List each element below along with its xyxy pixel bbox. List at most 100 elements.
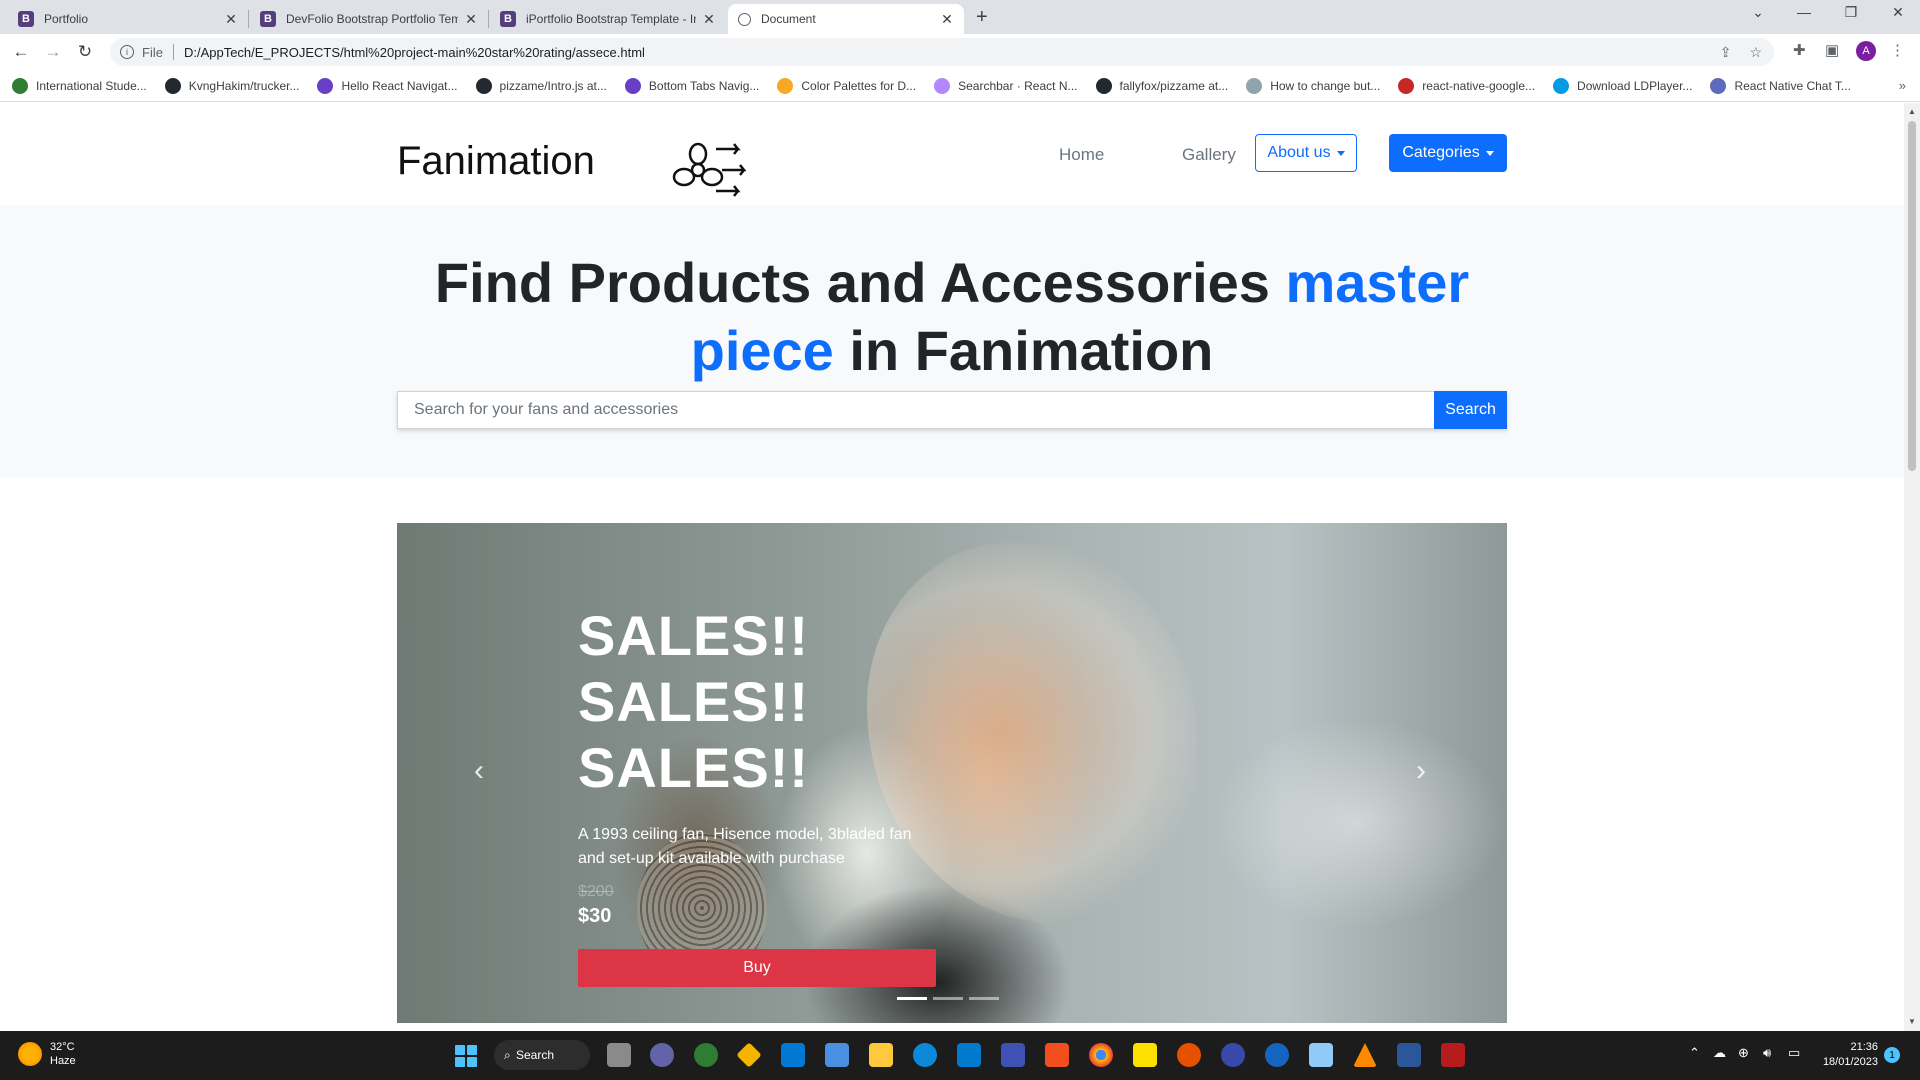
bookmark-item[interactable]: Bottom Tabs Navig... [624,77,759,94]
teams-chat-icon[interactable] [650,1043,674,1067]
scroll-up-icon[interactable]: ▲ [1908,107,1916,116]
carousel-indicators [897,997,999,1000]
bookmark-item[interactable]: Download LDPlayer... [1553,77,1692,94]
onedrive-icon[interactable]: ☁ [1713,1045,1726,1061]
carousel-indicator[interactable] [969,997,999,1000]
weather-widget[interactable]: 32°C Haze [18,1040,76,1068]
vlc-icon[interactable] [1353,1043,1377,1067]
info-icon[interactable]: i [120,45,134,59]
browser-tab-strip: B Portfolio ✕ B DevFolio Bootstrap Portf… [0,0,1920,34]
bookmark-label: How to change but... [1270,78,1381,93]
bookmark-item[interactable]: Searchbar · React N... [934,77,1078,94]
address-bar[interactable]: i File D:/AppTech/E_PROJECTS/html%20proj… [110,38,1774,66]
bookmark-star-icon[interactable]: ☆ [1749,44,1762,61]
about-us-label: About us [1267,144,1331,161]
chevron-up-icon[interactable]: ⌃ [1689,1045,1700,1061]
figma-icon[interactable] [1045,1043,1069,1067]
nav-gallery-link[interactable]: Gallery [1182,145,1236,165]
tab-document[interactable]: Document ✕ [728,4,964,34]
bookmark-item[interactable]: Hello React Navigat... [317,77,458,94]
tab-portfolio[interactable]: B Portfolio ✕ [8,4,248,34]
bookmark-item[interactable]: International Stude... [12,77,147,94]
minimize-button[interactable]: — [1792,4,1816,20]
tab-devfolio[interactable]: B DevFolio Bootstrap Portfolio Tem ✕ [250,4,488,34]
bookmark-favicon-icon [12,77,28,94]
app-flame-icon[interactable] [1177,1043,1201,1067]
reload-icon[interactable]: ↻ [74,42,96,62]
bookmark-favicon-icon [1710,77,1727,94]
close-icon[interactable]: ✕ [464,11,478,28]
sale-headline: SALES!! [578,670,809,733]
carousel-next-icon[interactable]: › [1401,751,1441,791]
search-input[interactable] [397,391,1434,429]
categories-dropdown[interactable]: Categories [1389,134,1507,172]
app-w-icon[interactable] [1265,1043,1289,1067]
taskbar-search[interactable]: ⌕ Search [494,1040,590,1070]
notification-badge[interactable]: 1 [1884,1047,1900,1063]
site-brand[interactable]: Fanimation [397,139,595,184]
bookmark-item[interactable]: How to change but... [1246,77,1381,94]
tab-iportfolio[interactable]: B iPortfolio Bootstrap Template - In ✕ [490,4,726,34]
file-explorer-icon[interactable] [869,1043,893,1067]
windows-start-icon[interactable] [455,1045,477,1067]
app-gear-icon[interactable] [1309,1043,1333,1067]
scroll-thumb[interactable] [1908,121,1916,471]
vscode-icon[interactable] [957,1043,981,1067]
profile-avatar[interactable]: A [1856,41,1876,61]
volume-icon[interactable]: 🔊︎ [1763,1045,1771,1061]
app-diamond-icon[interactable] [736,1042,762,1068]
nav-home-link[interactable]: Home [1059,145,1104,165]
restore-button[interactable]: ❐ [1839,4,1863,21]
bookmarks-overflow-icon[interactable]: » [1899,78,1906,93]
edge-icon[interactable] [913,1043,937,1067]
bookmark-item[interactable]: react-native-google... [1398,77,1535,94]
mail-icon[interactable] [781,1043,805,1067]
search-button[interactable]: Search [1434,391,1507,429]
bookmark-label: React Native Chat T... [1734,78,1851,93]
page-scrollbar[interactable]: ▲ ▼ [1904,103,1920,1031]
side-panel-icon[interactable]: ▣ [1825,41,1839,59]
edge-dev-icon[interactable] [694,1043,718,1067]
app-disc-icon[interactable] [1221,1043,1245,1067]
carousel-indicator[interactable] [897,997,927,1000]
sticky-notes-icon[interactable] [1133,1043,1157,1067]
fan-logo-icon [672,142,746,197]
scheme-label: File [142,44,163,60]
url-text[interactable]: D:/AppTech/E_PROJECTS/html%20project-mai… [184,45,645,60]
buy-button[interactable]: Buy [578,949,936,987]
page-viewport: Fanimation Home Gallery About us Categor… [0,103,1904,1031]
system-clock[interactable]: 21:36 18/01/2023 [1818,1040,1878,1070]
language-globe-icon[interactable]: ⊕ [1738,1045,1749,1061]
back-arrow-icon[interactable]: ← [10,42,32,62]
browser-toolbar: ← → ↻ i File D:/AppTech/E_PROJECTS/html%… [0,34,1920,70]
forward-arrow-icon[interactable]: → [42,42,64,62]
extensions-icon[interactable]: ✚ [1793,41,1806,59]
share-icon[interactable]: ⇪ [1720,44,1732,61]
winrar-icon[interactable] [1441,1043,1465,1067]
carousel-prev-icon[interactable]: ‹ [459,751,499,791]
battery-icon[interactable]: ▭ [1788,1045,1800,1061]
close-window-button[interactable]: ✕ [1886,4,1910,21]
sales-carousel: SALES!! SALES!! SALES!! A 1993 ceiling f… [397,523,1507,1023]
clock-time: 21:36 [1850,1041,1878,1053]
scroll-down-icon[interactable]: ▼ [1908,1017,1916,1026]
chrome-icon[interactable] [1089,1043,1113,1067]
close-icon[interactable]: ✕ [224,11,238,28]
bookmark-item[interactable]: fallyfox/pizzame at... [1095,77,1228,94]
bookmark-item[interactable]: KvngHakim/trucker... [164,77,299,94]
word-icon[interactable] [1397,1043,1421,1067]
android-studio-icon[interactable] [1001,1043,1025,1067]
bookmark-favicon-icon [1095,77,1112,94]
about-us-dropdown[interactable]: About us [1255,134,1357,172]
store-icon[interactable] [825,1043,849,1067]
task-view-icon[interactable] [607,1043,631,1067]
carousel-indicator[interactable] [933,997,963,1000]
close-icon[interactable]: ✕ [940,11,954,28]
tab-search-chevron-icon[interactable]: ⌄ [1746,4,1770,21]
bookmark-item[interactable]: React Native Chat T... [1710,77,1851,94]
menu-kebab-icon[interactable]: ⋮ [1890,41,1905,59]
bookmark-item[interactable]: Color Palettes for D... [777,77,916,94]
bookmark-item[interactable]: pizzame/Intro.js at... [475,77,607,94]
close-icon[interactable]: ✕ [702,11,716,28]
new-tab-button[interactable]: + [976,6,988,29]
